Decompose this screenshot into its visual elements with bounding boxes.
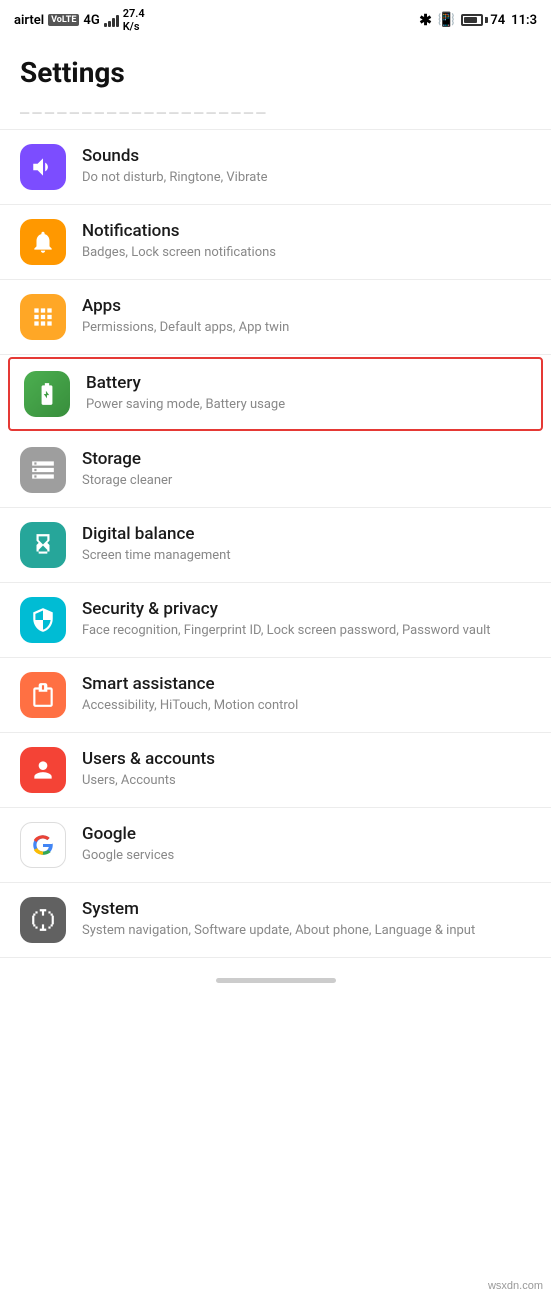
sounds-text: Sounds Do not disturb, Ringtone, Vibrate bbox=[82, 146, 531, 187]
notifications-icon bbox=[20, 219, 66, 265]
digital-balance-title: Digital balance bbox=[82, 524, 531, 544]
settings-item-apps[interactable]: Apps Permissions, Default apps, App twin bbox=[0, 280, 551, 355]
security-subtitle: Face recognition, Fingerprint ID, Lock s… bbox=[82, 622, 531, 640]
battery-settings-icon bbox=[24, 371, 70, 417]
apps-subtitle: Permissions, Default apps, App twin bbox=[82, 319, 531, 337]
bluetooth-icon: ✱ bbox=[419, 11, 432, 29]
sounds-subtitle: Do not disturb, Ringtone, Vibrate bbox=[82, 169, 531, 187]
settings-item-security[interactable]: Security & privacy Face recognition, Fin… bbox=[0, 583, 551, 658]
google-title: Google bbox=[82, 824, 531, 844]
settings-item-notifications[interactable]: Notifications Badges, Lock screen notifi… bbox=[0, 205, 551, 280]
digital-balance-icon bbox=[20, 522, 66, 568]
apps-icon bbox=[20, 294, 66, 340]
storage-icon bbox=[20, 447, 66, 493]
battery-percent: 74 bbox=[490, 13, 505, 28]
settings-item-smart-assistance[interactable]: Smart assistance Accessibility, HiTouch,… bbox=[0, 658, 551, 733]
system-subtitle: System navigation, Software update, Abou… bbox=[82, 922, 531, 940]
network-type: 4G bbox=[83, 13, 99, 28]
system-title: System bbox=[82, 899, 531, 919]
google-icon bbox=[20, 822, 66, 868]
settings-item-users[interactable]: Users & accounts Users, Accounts bbox=[0, 733, 551, 808]
home-bar-wrapper bbox=[0, 958, 551, 999]
partial-top-item: ─ ─ ─ ─ ─ ─ ─ ─ ─ ─ ─ ─ ─ ─ ─ ─ ─ ─ ─ ─ bbox=[0, 99, 551, 130]
digital-balance-text: Digital balance Screen time management bbox=[82, 524, 531, 565]
status-right: ✱ 📳 74 11:3 bbox=[419, 11, 537, 29]
security-text: Security & privacy Face recognition, Fin… bbox=[82, 599, 531, 640]
watermark: wsxdn.com bbox=[488, 1280, 543, 1292]
digital-balance-subtitle: Screen time management bbox=[82, 547, 531, 565]
status-left: airtel VoLTE 4G 27.4 K/s bbox=[14, 7, 145, 33]
security-title: Security & privacy bbox=[82, 599, 531, 619]
notifications-title: Notifications bbox=[82, 221, 531, 241]
users-icon bbox=[20, 747, 66, 793]
settings-item-storage[interactable]: Storage Storage cleaner bbox=[0, 433, 551, 508]
users-title: Users & accounts bbox=[82, 749, 531, 769]
notifications-text: Notifications Badges, Lock screen notifi… bbox=[82, 221, 531, 262]
sounds-icon bbox=[20, 144, 66, 190]
battery-title: Battery bbox=[86, 373, 527, 393]
battery-body bbox=[461, 14, 483, 26]
system-icon bbox=[20, 897, 66, 943]
settings-item-sounds[interactable]: Sounds Do not disturb, Ringtone, Vibrate bbox=[0, 130, 551, 205]
battery-subtitle: Power saving mode, Battery usage bbox=[86, 396, 527, 414]
storage-subtitle: Storage cleaner bbox=[82, 472, 531, 490]
smart-assistance-icon bbox=[20, 672, 66, 718]
smart-assistance-title: Smart assistance bbox=[82, 674, 531, 694]
storage-title: Storage bbox=[82, 449, 531, 469]
settings-item-google[interactable]: Google Google services bbox=[0, 808, 551, 883]
system-text: System System navigation, Software updat… bbox=[82, 899, 531, 940]
carrier-text: airtel bbox=[14, 13, 44, 28]
sounds-title: Sounds bbox=[82, 146, 531, 166]
page-title: Settings bbox=[0, 40, 551, 99]
vibrate-icon: 📳 bbox=[438, 12, 455, 28]
google-text: Google Google services bbox=[82, 824, 531, 865]
settings-list: Sounds Do not disturb, Ringtone, Vibrate… bbox=[0, 130, 551, 958]
settings-item-battery[interactable]: Battery Power saving mode, Battery usage bbox=[8, 357, 543, 431]
google-subtitle: Google services bbox=[82, 847, 531, 865]
users-text: Users & accounts Users, Accounts bbox=[82, 749, 531, 790]
users-subtitle: Users, Accounts bbox=[82, 772, 531, 790]
signal-icon bbox=[104, 13, 119, 27]
smart-assistance-subtitle: Accessibility, HiTouch, Motion control bbox=[82, 697, 531, 715]
storage-text: Storage Storage cleaner bbox=[82, 449, 531, 490]
status-bar: airtel VoLTE 4G 27.4 K/s ✱ 📳 74 11:3 bbox=[0, 0, 551, 40]
battery-fill bbox=[464, 17, 477, 23]
settings-item-digital-balance[interactable]: Digital balance Screen time management bbox=[0, 508, 551, 583]
settings-item-system[interactable]: System System navigation, Software updat… bbox=[0, 883, 551, 958]
apps-title: Apps bbox=[82, 296, 531, 316]
speed-text: 27.4 K/s bbox=[123, 7, 145, 33]
security-icon bbox=[20, 597, 66, 643]
time-display: 11:3 bbox=[511, 13, 537, 28]
home-bar[interactable] bbox=[216, 978, 336, 983]
notifications-subtitle: Badges, Lock screen notifications bbox=[82, 244, 531, 262]
apps-text: Apps Permissions, Default apps, App twin bbox=[82, 296, 531, 337]
battery-display: 74 bbox=[461, 13, 505, 28]
smart-assistance-text: Smart assistance Accessibility, HiTouch,… bbox=[82, 674, 531, 715]
volte-badge: VoLTE bbox=[48, 14, 79, 26]
battery-text: Battery Power saving mode, Battery usage bbox=[86, 373, 527, 414]
battery-tip bbox=[485, 17, 488, 23]
